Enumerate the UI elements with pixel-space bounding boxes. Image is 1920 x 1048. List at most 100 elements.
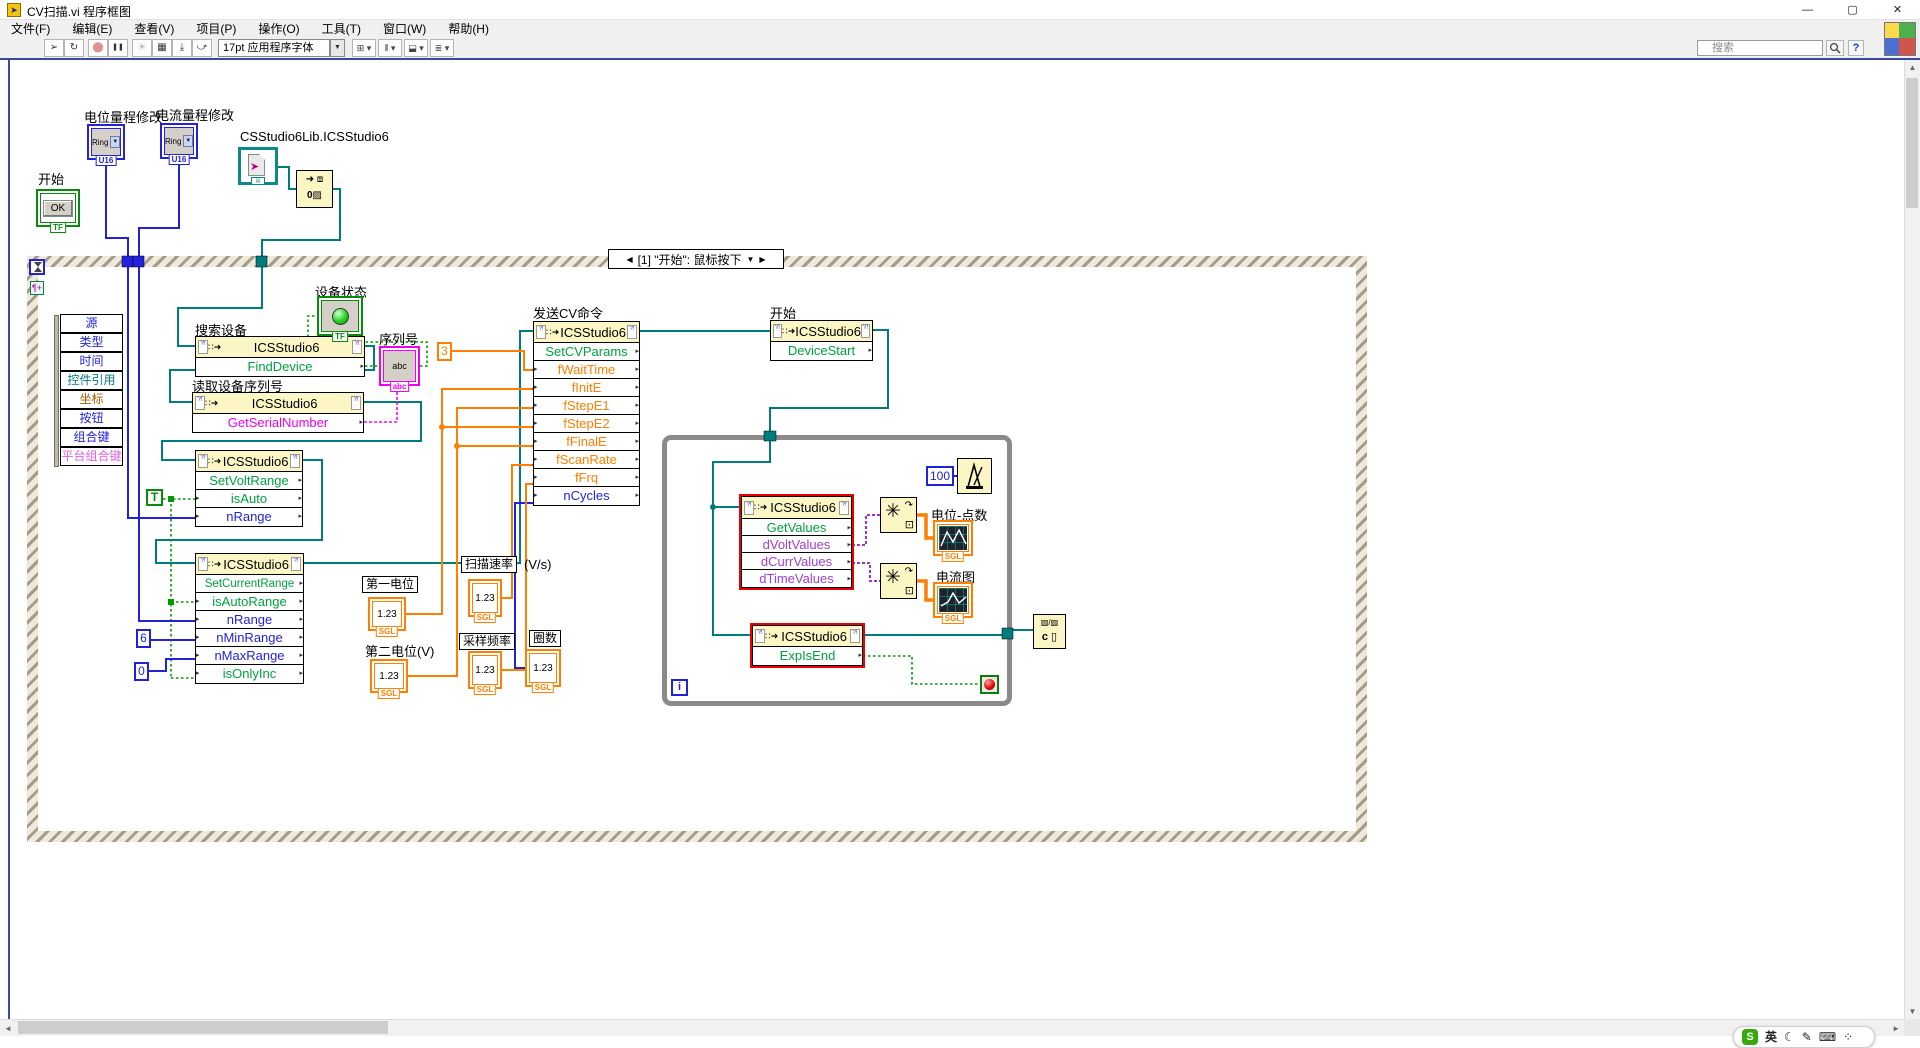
method-exp-is-end[interactable]: ExpIsEnd — [753, 646, 862, 665]
refnum-icon: ?! — [352, 340, 362, 354]
ring-dropdown-icon[interactable]: ▼ — [183, 135, 193, 147]
invoke-node-device-start[interactable]: ?!∷➜ICSStudio6?! DeviceStart — [770, 320, 873, 361]
volt-graph-terminal[interactable]: SGL — [933, 520, 973, 556]
ring-dropdown-icon[interactable]: ▼ — [110, 136, 120, 148]
close-glyph: c ▯ — [1034, 630, 1065, 644]
type-tag: abc — [390, 381, 410, 392]
ime-toolbox-icon[interactable]: ⁘ — [1843, 1029, 1853, 1045]
param-f-step-e1[interactable]: fStepE1 — [534, 396, 639, 415]
ime-keyboard-icon[interactable]: ⌨ — [1819, 1029, 1836, 1045]
vertical-scroll-thumb[interactable] — [1906, 78, 1918, 208]
param-f-wait-time[interactable]: fWaitTime — [534, 360, 639, 379]
method-get-values[interactable]: GetValues — [742, 518, 851, 536]
led-icon — [332, 308, 349, 325]
method-set-volt-range[interactable]: SetVoltRange — [196, 471, 302, 490]
sample-freq-numeric-terminal[interactable]: 1.23 SGL — [468, 651, 502, 689]
method-set-current-range[interactable]: SetCurrentRange — [196, 574, 303, 593]
constructor-arrow-icon: ➜ ⧈ — [297, 171, 332, 189]
dotnet-array-conversion-node[interactable]: ✳ ⊡ ↷ — [880, 497, 917, 533]
refnum-icon: ?! — [627, 325, 637, 339]
param-f-step-e2[interactable]: fStepE2 — [534, 414, 639, 433]
param-n-range[interactable]: nRange — [196, 507, 302, 526]
scroll-right-icon[interactable]: ► — [1892, 1024, 1900, 1033]
true-constant[interactable]: T — [146, 489, 163, 506]
cycles-numeric-terminal[interactable]: 1.23 SGL — [525, 649, 561, 687]
first-e-numeric-terminal[interactable]: 1.23 SGL — [368, 597, 406, 631]
event-data-time[interactable]: 时间 — [60, 352, 123, 371]
ime-width-toggle-icon[interactable]: ☾ — [1784, 1029, 1795, 1045]
param-d-volt-values[interactable]: dVoltValues — [742, 535, 851, 553]
param-is-auto-range[interactable]: isAutoRange — [196, 592, 303, 611]
convert-arrow-icon: ↷ — [905, 566, 913, 577]
scan-rate-numeric-terminal[interactable]: 1.23 SGL — [468, 579, 502, 617]
curr-range-ring-control[interactable]: Ring▼ U16 — [160, 123, 198, 159]
event-data-coords[interactable]: 坐标 — [60, 390, 123, 409]
loop-condition-terminal[interactable] — [980, 675, 999, 694]
param-n-cycles[interactable]: nCycles — [534, 486, 639, 505]
event-data-button[interactable]: 按钮 — [60, 409, 123, 428]
loop-iteration-terminal[interactable]: i — [671, 679, 688, 696]
constructor-node[interactable]: ➜ ⧈ 0▨ — [296, 170, 333, 208]
dotnet-array-conversion-node[interactable]: ✳ ⊡ ↷ — [880, 563, 917, 599]
event-data-platmods[interactable]: 平台组合键 — [60, 447, 123, 466]
scroll-left-icon[interactable]: ◄ — [4, 1024, 12, 1033]
loop-delay-constant[interactable]: 100 — [926, 466, 954, 486]
event-prev-icon[interactable]: ◀ — [626, 255, 632, 264]
class-constant-label: CSStudio6Lib.ICSStudio6 — [240, 129, 389, 144]
node-class-title: ICSStudio6 — [221, 454, 290, 469]
event-data-node-handle[interactable] — [54, 315, 59, 467]
invoke-node-get-values[interactable]: ?!∷➜ICSStudio6?! GetValues dVoltValues d… — [741, 496, 852, 588]
type-tag: SGL — [474, 612, 496, 623]
min-range-constant[interactable]: 6 — [136, 629, 151, 648]
method-get-serial-number[interactable]: GetSerialNumber — [193, 413, 363, 432]
event-data-type[interactable]: 类型 — [60, 333, 123, 352]
param-n-min-range[interactable]: nMinRange — [196, 628, 303, 647]
wait-ms-node[interactable] — [957, 458, 992, 494]
event-dropdown-icon[interactable]: ▼ — [746, 255, 754, 264]
param-n-max-range[interactable]: nMaxRange — [196, 646, 303, 665]
param-n-range[interactable]: nRange — [196, 610, 303, 629]
method-device-start[interactable]: DeviceStart — [771, 341, 872, 360]
ime-lang-toggle[interactable]: 英 — [1765, 1029, 1777, 1045]
stop-icon — [984, 679, 995, 690]
param-f-frq[interactable]: fFrq — [534, 468, 639, 487]
ime-pen-icon[interactable]: ✎ — [1802, 1029, 1812, 1045]
device-status-led[interactable]: TF — [317, 296, 363, 336]
invoke-node-set-cv-params[interactable]: ?!∷➜ICSStudio6?! SetCVParams fWaitTime f… — [533, 321, 640, 506]
param-is-only-inc[interactable]: isOnlyInc — [196, 664, 303, 683]
param-d-curr-values[interactable]: dCurrValues — [742, 552, 851, 570]
max-range-constant[interactable]: 0 — [134, 662, 149, 681]
event-data-mods[interactable]: 组合键 — [60, 428, 123, 447]
event-data-source[interactable]: 源 — [60, 314, 123, 333]
dotnet-class-constant[interactable]: ➤ ▤ — [238, 147, 278, 185]
second-e-numeric-terminal[interactable]: 1.23 SGL — [370, 659, 408, 693]
volt-range-ring-control[interactable]: Ring▼ U16 — [87, 124, 125, 160]
invoke-node-find-device[interactable]: ?!∷➜ICSStudio6?! FindDevice — [195, 336, 365, 377]
param-d-time-values[interactable]: dTimeValues — [742, 569, 851, 587]
method-find-device[interactable]: FindDevice — [196, 357, 364, 376]
type-tag: SGL — [378, 688, 400, 699]
param-f-scan-rate[interactable]: fScanRate — [534, 450, 639, 469]
event-selector-label[interactable]: ◀ [1] "开始": 鼠标按下 ▼ ▶ — [608, 249, 784, 269]
wait-time-constant[interactable]: 3 — [437, 342, 452, 361]
close-reference-node[interactable]: ▨/▨ c ▯ — [1033, 614, 1066, 649]
curr-graph-terminal[interactable]: SGL — [933, 582, 973, 618]
param-f-final-e[interactable]: fFinalE — [534, 432, 639, 451]
method-set-cv-params[interactable]: SetCVParams — [534, 342, 639, 361]
event-data-ctlref[interactable]: 控件引用 — [60, 371, 123, 390]
refnum-icon: ?! — [351, 396, 361, 410]
event-next-icon[interactable]: ▶ — [759, 255, 765, 264]
scroll-up-icon[interactable]: ▲ — [1905, 63, 1920, 72]
start-boolean-terminal[interactable]: OK TF — [36, 189, 80, 227]
param-f-init-e[interactable]: fInitE — [534, 378, 639, 397]
scroll-down-icon[interactable]: ▼ — [1905, 1007, 1920, 1016]
invoke-node-set-current-range[interactable]: ?!∷➜ICSStudio6?! SetCurrentRange isAutoR… — [195, 553, 304, 684]
invoke-node-get-serial[interactable]: ?!∷➜ICSStudio6?! GetSerialNumber — [192, 392, 364, 433]
ime-toolbar[interactable]: S 英 ☾ ✎ ⌨ ⁘ — [1733, 1026, 1875, 1048]
param-is-auto[interactable]: isAuto — [196, 489, 302, 508]
sogou-logo-icon[interactable]: S — [1742, 1029, 1758, 1045]
horizontal-scroll-thumb[interactable] — [18, 1021, 388, 1034]
invoke-node-set-volt-range[interactable]: ?!∷➜ICSStudio6?! SetVoltRange isAuto nRa… — [195, 450, 303, 527]
invoke-node-exp-is-end[interactable]: ?!∷➜ICSStudio6?! ExpIsEnd — [752, 625, 863, 666]
serial-string-terminal[interactable]: abc abc — [379, 346, 420, 386]
